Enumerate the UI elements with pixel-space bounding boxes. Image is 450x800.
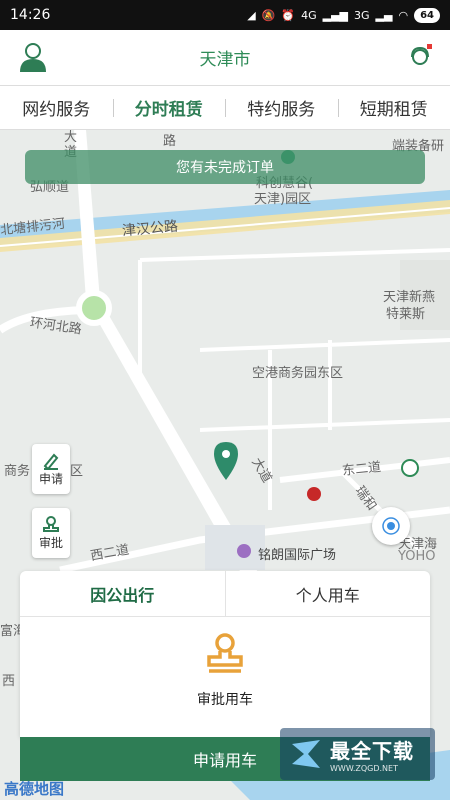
status-icons: ◢ 🔕 ⏰ 4G ▂▄▆ 3G ▂▄ ◠ 64 (247, 7, 440, 23)
site-watermark: 最全下载 WWW.ZQGD.NET (280, 728, 435, 780)
status-bar: 14:26 ◢ 🔕 ⏰ 4G ▂▄▆ 3G ▂▄ ◠ 64 (0, 0, 450, 30)
booking-panel: 因公出行 个人用车 审批用车 (20, 571, 430, 737)
map-label-road-2: 路 (163, 134, 177, 149)
tab-short-term-rental[interactable]: 短期租赁 (337, 86, 450, 129)
alarm-icon: ⏰ (281, 8, 296, 22)
user-avatar-icon[interactable] (18, 41, 48, 73)
locate-me-button[interactable] (372, 507, 410, 545)
watermark-title: 最全下载 (330, 739, 414, 763)
network-4g: 4G (301, 8, 317, 22)
tab-personal-car[interactable]: 个人用车 (224, 571, 431, 616)
apply-side-label: 申请 (38, 471, 63, 486)
map-brand-logo: 高德地图 (4, 780, 65, 798)
battery-indicator: 64 (414, 7, 440, 23)
city-title[interactable]: 天津市 (200, 45, 251, 70)
tab-special-service[interactable]: 特约服务 (225, 86, 338, 129)
map-label-kongang: 空港商务园东区 (252, 366, 344, 381)
service-tabs: 网约服务 分时租赁 特约服务 短期租赁 (0, 86, 450, 130)
map-label-shangwu: 商务 (4, 464, 31, 479)
status-time: 14:26 (10, 7, 51, 23)
watermark-logo-icon (292, 740, 320, 768)
customer-service-icon[interactable] (408, 44, 432, 68)
approve-stamp-icon (207, 633, 243, 673)
network-3g: 3G (354, 8, 370, 22)
tab-time-share-rental[interactable]: 分时租赁 (112, 86, 226, 129)
locate-icon (382, 517, 400, 535)
map-label-minglang: 铭朗国际广场 (258, 548, 337, 563)
map-label-dongerdao: 东二道 (341, 459, 382, 479)
stamp-icon (43, 515, 59, 532)
pencil-icon (43, 453, 59, 470)
signal-bars-icon-2: ▂▄ (375, 8, 393, 22)
tab-business-trip[interactable]: 因公出行 (20, 571, 225, 616)
signal-icon: ◢ (247, 8, 256, 22)
watermark-url: WWW.ZQGD.NET (330, 764, 398, 773)
app-header: 天津市 (0, 30, 450, 86)
map-label-qu: 区 (70, 464, 84, 479)
approve-car-option[interactable]: 审批用车 (20, 631, 430, 709)
trip-type-tabs: 因公出行 个人用车 (20, 571, 430, 617)
apply-side-button[interactable]: 申请 (32, 444, 70, 494)
tab-ride-hailing[interactable]: 网约服务 (0, 86, 113, 129)
approve-side-label: 审批 (38, 535, 63, 550)
mute-icon: 🔕 (261, 8, 276, 22)
map-label-yoho: YOHO (398, 549, 436, 564)
wifi-icon: ◠ (398, 8, 409, 22)
approve-side-button[interactable]: 审批 (32, 508, 70, 558)
map-label-tianjinyuan: 天津)园区 (254, 192, 312, 207)
unfinished-order-banner[interactable]: 您有未完成订单 (25, 150, 425, 184)
map-label-telaisi: 特莱斯 (386, 307, 426, 322)
approve-car-label: 审批用车 (197, 692, 253, 708)
signal-bars-icon: ▂▄▆ (322, 8, 349, 22)
map-label-xi: 西 (2, 674, 16, 689)
